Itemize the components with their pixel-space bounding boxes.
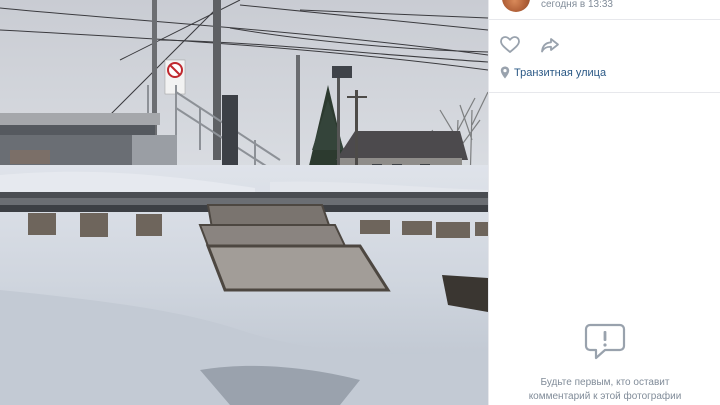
share-button[interactable] [539,34,561,56]
photo-viewer[interactable] [0,0,488,405]
share-arrow-icon [541,38,559,53]
post-sidebar: сегодня в 13:33 Транзитная улица Будьте [488,0,720,405]
heart-icon [500,36,520,53]
post-header: сегодня в 13:33 [489,0,720,20]
divider [489,92,720,93]
empty-comments-text: Будьте первым, кто оставит комментарий к… [489,376,720,404]
empty-comments-line-1: Будьте первым, кто оставит [540,377,670,388]
like-button[interactable] [499,34,521,56]
railway-crossing-photo [0,0,488,405]
author-avatar[interactable] [502,0,530,12]
empty-comments-placeholder: Будьте первым, кто оставит комментарий к… [489,322,720,404]
map-pin-icon [500,66,510,79]
post-date[interactable]: сегодня в 13:33 [541,0,613,12]
location-link[interactable]: Транзитная улица [514,66,606,80]
empty-comments-line-2: комментарий к этой фотографии [528,391,682,402]
speech-bubble-icon [584,323,626,360]
